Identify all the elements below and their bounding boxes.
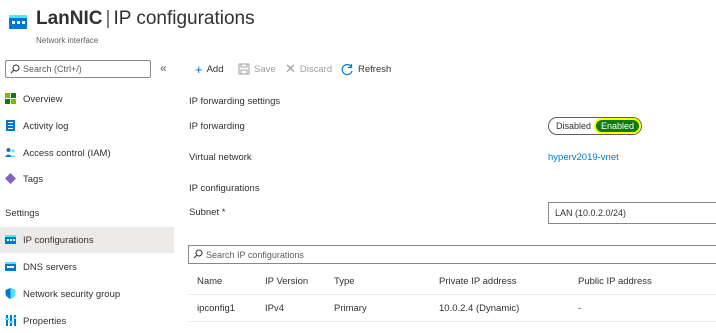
people-icon — [5, 148, 16, 157]
dns-icon — [5, 262, 16, 271]
sidebar-item-label: Overview — [23, 94, 63, 105]
sidebar-item-access-control[interactable]: Access control (IAM) — [0, 140, 174, 166]
save-button[interactable]: Save — [238, 60, 276, 78]
subnet-dropdown[interactable]: LAN (10.0.2.0/24) — [548, 202, 716, 224]
sidebar-item-dns-servers[interactable]: DNS servers — [0, 254, 174, 280]
virtual-network-link[interactable]: hyperv2019-vnet — [548, 152, 619, 163]
subnet-dropdown-value: LAN (10.0.2.0/24) — [555, 208, 627, 218]
network-interface-icon — [9, 15, 27, 29]
discard-button[interactable]: ✕ Discard — [285, 60, 332, 78]
discard-button-label: Discard — [299, 63, 333, 75]
sidebar-search-placeholder: Search (Ctrl+/) — [23, 64, 82, 74]
nic-icon — [5, 235, 16, 244]
column-header-name[interactable]: Name — [197, 276, 222, 287]
activity-log-icon — [6, 120, 15, 131]
column-header-ip-version[interactable]: IP Version — [265, 276, 308, 287]
collapse-sidebar-icon[interactable]: « — [160, 61, 167, 75]
shield-icon — [5, 288, 16, 299]
sidebar-item-label: Properties — [23, 316, 67, 327]
tag-icon — [5, 173, 16, 184]
close-icon: ✕ — [285, 61, 296, 76]
page-title: LanNIC | IP configurations — [36, 8, 255, 30]
ip-configurations-heading: IP configurations — [189, 183, 260, 194]
sidebar-item-network-security-group[interactable]: Network security group — [0, 281, 174, 307]
ip-configurations-search-input[interactable]: Search IP configurations — [188, 245, 716, 264]
refresh-icon — [341, 63, 353, 75]
save-icon — [238, 63, 250, 75]
toggle-enabled-option[interactable]: Enabled — [596, 120, 640, 132]
settings-section-header: Settings — [5, 208, 40, 219]
save-button-label: Save — [254, 63, 276, 75]
resource-name: LanNIC — [36, 8, 103, 29]
column-header-private-ip[interactable]: Private IP address — [439, 276, 516, 287]
properties-icon — [5, 315, 16, 326]
plus-icon: + — [195, 61, 203, 77]
sidebar-item-overview[interactable]: Overview — [0, 86, 174, 112]
sidebar-item-label: Access control (IAM) — [23, 148, 111, 159]
ip-forwarding-label: IP forwarding — [189, 121, 245, 132]
ip-forwarding-toggle[interactable]: Disabled Enabled — [548, 117, 642, 135]
virtual-network-label: Virtual network — [189, 152, 252, 163]
search-icon — [10, 64, 20, 74]
table-cell-type: Primary — [334, 303, 367, 314]
table-row-divider — [188, 321, 716, 322]
toggle-disabled-option[interactable]: Disabled — [551, 120, 596, 132]
column-header-type[interactable]: Type — [334, 276, 355, 287]
refresh-button-label: Refresh — [358, 63, 392, 75]
table-cell-name[interactable]: ipconfig1 — [197, 303, 235, 314]
sidebar-item-label: Network security group — [23, 289, 121, 300]
table-header-divider — [188, 294, 716, 295]
sidebar-item-tags[interactable]: Tags — [0, 166, 174, 192]
sidebar-item-label: DNS servers — [23, 262, 77, 273]
refresh-button[interactable]: Refresh — [341, 60, 391, 78]
sidebar-item-ip-configurations[interactable]: IP configurations — [0, 227, 174, 253]
sidebar-item-properties[interactable]: Properties — [0, 308, 174, 333]
add-button-label: Add — [206, 63, 224, 75]
sidebar-item-activity-log[interactable]: Activity log — [0, 113, 174, 139]
page-header: LanNIC | IP configurations ··· Network int… — [0, 0, 716, 52]
sidebar-search-input[interactable]: Search (Ctrl+/) — [5, 60, 151, 78]
more-options-icon[interactable]: ··· — [240, 10, 253, 25]
overview-icon — [5, 93, 16, 104]
subnet-label: Subnet * — [189, 207, 226, 218]
table-cell-public-ip: - — [578, 303, 582, 314]
sidebar-item-label: IP configurations — [23, 235, 94, 246]
ip-configurations-search-placeholder: Search IP configurations — [206, 250, 304, 260]
ip-forwarding-settings-heading: IP forwarding settings — [189, 96, 281, 107]
table-cell-ip-version: IPv4 — [265, 303, 285, 314]
sidebar-item-label: Activity log — [23, 121, 69, 132]
column-header-public-ip[interactable]: Public IP address — [578, 276, 652, 287]
table-cell-private-ip: 10.0.2.4 (Dynamic) — [439, 303, 520, 314]
add-button[interactable]: + Add — [195, 60, 224, 78]
search-icon — [193, 249, 203, 259]
title-separator: | — [105, 8, 111, 29]
page-subtitle: Network interface — [36, 36, 99, 45]
sidebar-item-label: Tags — [23, 174, 44, 185]
page-name: IP configurations — [113, 8, 255, 29]
